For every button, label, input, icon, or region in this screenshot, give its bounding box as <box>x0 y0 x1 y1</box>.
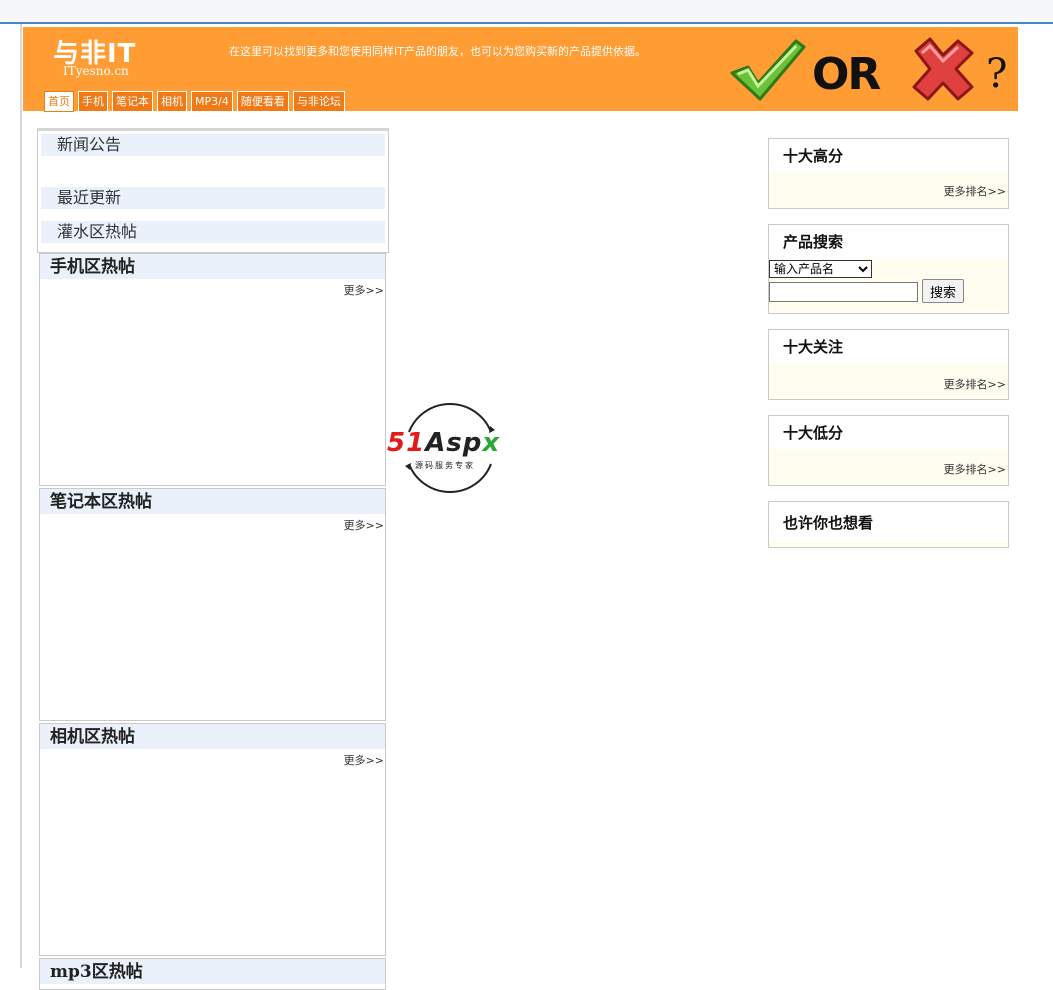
top-followed-more-link[interactable]: 更多排名>> <box>944 376 1006 392</box>
phone-hot-title: 手机区热帖 <box>40 254 385 279</box>
nav-home[interactable]: 首页 <box>44 91 74 112</box>
product-search-input[interactable] <box>769 282 918 302</box>
camera-more-link[interactable]: 更多>> <box>344 752 384 768</box>
news-recent-updates[interactable]: 最近更新 <box>41 187 385 209</box>
top-rated-more-link[interactable]: 更多排名>> <box>944 183 1006 199</box>
nav-phone[interactable]: 手机 <box>78 91 108 112</box>
news-announcements[interactable]: 新闻公告 <box>41 134 385 156</box>
yes-or-no-banner: OR ? <box>728 37 1018 103</box>
search-button[interactable]: 搜索 <box>922 279 964 303</box>
maybe-like-title: 也许你也想看 <box>769 502 1008 542</box>
camera-hot-panel: 相机区热帖 更多>> <box>39 723 386 956</box>
site-tagline: 在这里可以找到更多和您使用同样IT产品的朋友，也可以为您购买新的产品提供依据。 <box>229 45 646 58</box>
product-search-select[interactable]: 输入产品名 <box>769 260 872 278</box>
product-search-title: 产品搜索 <box>769 225 1008 259</box>
top-rated-box: 十大高分 更多排名>> <box>768 138 1009 209</box>
lowest-rated-box: 十大低分 更多排名>> <box>768 415 1009 486</box>
news-water-hot[interactable]: 灌水区热帖 <box>41 221 385 243</box>
browser-top-bar <box>0 0 1053 24</box>
checkmark-icon <box>730 39 806 101</box>
lowest-rated-title: 十大低分 <box>769 416 1008 449</box>
nav-laptop[interactable]: 笔记本 <box>112 91 153 112</box>
product-search-box: 产品搜索 输入产品名 搜索 <box>768 224 1009 314</box>
question-mark: ? <box>986 51 1008 97</box>
top-rated-title: 十大高分 <box>769 139 1008 172</box>
left-border-rule <box>20 24 22 968</box>
cross-icon <box>912 37 974 101</box>
laptop-hot-title: 笔记本区热帖 <box>40 489 385 514</box>
news-box: 新闻公告 最近更新 灌水区热帖 <box>37 128 389 253</box>
top-followed-title: 十大关注 <box>769 330 1008 363</box>
phone-more-link[interactable]: 更多>> <box>344 282 384 298</box>
watermark-sub: 源码服务专家 <box>415 461 475 470</box>
phone-hot-panel: 手机区热帖 更多>> <box>39 253 386 486</box>
nav-forum[interactable]: 与非论坛 <box>292 91 345 112</box>
site-logo-domain: ITyesno.cn <box>63 64 129 78</box>
nav-random[interactable]: 随便看看 <box>236 91 289 112</box>
watermark-logo: 51Aspx 源码服务专家 <box>387 402 512 494</box>
laptop-hot-panel: 笔记本区热帖 更多>> <box>39 488 386 721</box>
laptop-more-link[interactable]: 更多>> <box>344 517 384 533</box>
nav-mp3[interactable]: MP3/4 <box>191 91 233 112</box>
nav-camera[interactable]: 相机 <box>157 91 187 112</box>
camera-hot-title: 相机区热帖 <box>40 724 385 749</box>
site-header: 与非IT ITyesno.cn 在这里可以找到更多和您使用同样IT产品的朋友，也… <box>23 27 1018 112</box>
maybe-like-box: 也许你也想看 <box>768 501 1009 548</box>
lowest-rated-more-link[interactable]: 更多排名>> <box>944 461 1006 477</box>
or-text: OR <box>812 49 881 100</box>
main-nav: 首页 手机 笔记本 相机 MP3/4 随便看看 与非论坛 <box>44 91 345 112</box>
top-followed-box: 十大关注 更多排名>> <box>768 329 1009 400</box>
mp3-hot-title: mp3区热帖 <box>40 959 385 984</box>
mp3-hot-panel: mp3区热帖 <box>39 958 386 990</box>
